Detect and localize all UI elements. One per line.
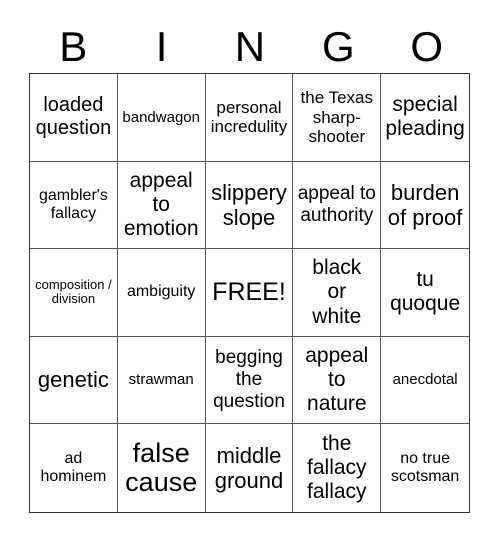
bingo-grid: loaded question bandwagon personal incre… [29, 73, 470, 513]
header-letter-o: O [410, 23, 444, 70]
bingo-cell[interactable]: middle ground [206, 424, 294, 512]
bingo-cell[interactable]: loaded question [30, 74, 118, 162]
bingo-cell[interactable]: appeal to emotion [117, 161, 206, 250]
header-letter-b: B [59, 23, 88, 70]
bingo-cell[interactable]: genetic [30, 336, 118, 425]
bingo-cell[interactable]: black or white [293, 249, 382, 337]
bingo-cell[interactable]: composition / division [30, 249, 118, 337]
bingo-cell[interactable]: ambiguity [117, 249, 206, 337]
bingo-cell[interactable]: appeal to authority [293, 161, 382, 250]
header-letter-n: N [234, 23, 266, 70]
free-space-cell[interactable]: FREE! [205, 249, 294, 337]
bingo-cell[interactable]: anecdotal [381, 337, 469, 425]
bingo-cell[interactable]: burden of proof [381, 162, 469, 250]
bingo-cell[interactable]: personal incredulity [205, 74, 294, 162]
header-letter-g: G [322, 23, 355, 70]
bingo-cell[interactable]: slippery slope [205, 161, 294, 250]
bingo-cell[interactable]: the fallacy fallacy [293, 424, 382, 512]
bingo-cell[interactable]: false cause [118, 424, 206, 512]
bingo-cell[interactable]: bandwagon [117, 74, 206, 162]
bingo-cell[interactable]: begging the question [205, 336, 294, 425]
bingo-cell[interactable]: ad hominem [30, 424, 118, 512]
bingo-cell[interactable]: the Texas sharp-shooter [293, 74, 382, 162]
bingo-cell[interactable]: gambler's fallacy [30, 161, 118, 250]
bingo-header: B I N G O [29, 22, 471, 72]
bingo-cell[interactable]: no true scotsman [381, 424, 469, 512]
bingo-cell[interactable]: tu quoque [381, 249, 469, 337]
bingo-cell[interactable]: strawman [117, 336, 206, 425]
bingo-cell[interactable]: special pleading [381, 74, 469, 162]
header-letter-i: I [155, 23, 168, 70]
bingo-cell[interactable]: appeal to nature [293, 336, 382, 425]
